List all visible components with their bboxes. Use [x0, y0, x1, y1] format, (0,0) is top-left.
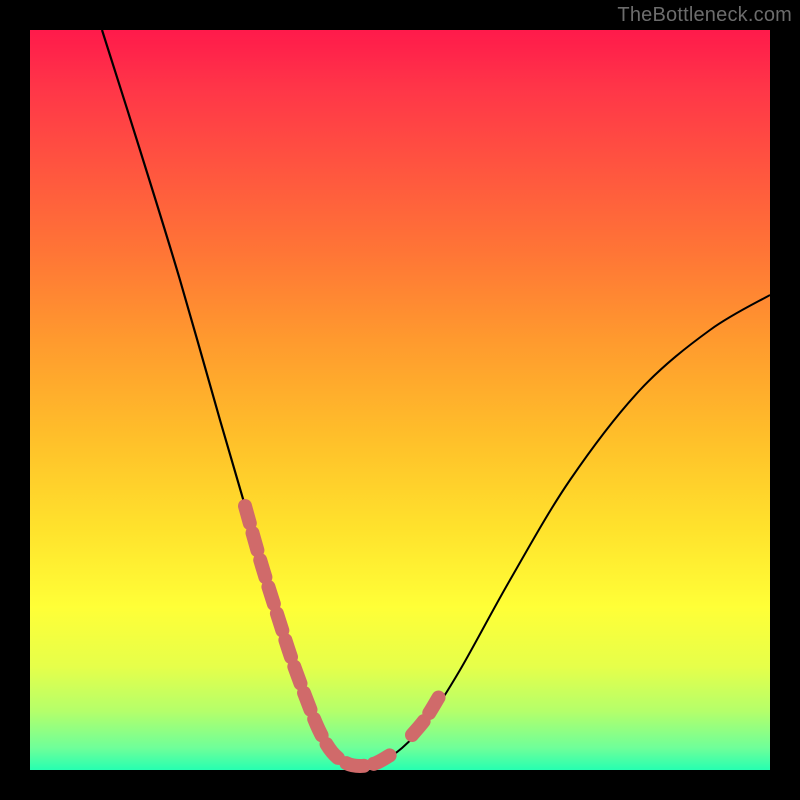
chart-svg	[30, 30, 770, 770]
marker-segment-1	[245, 506, 392, 766]
left-curve	[102, 30, 360, 766]
right-curve	[360, 295, 770, 766]
chart-stage: TheBottleneck.com	[0, 0, 800, 800]
marker-segment-2	[412, 695, 440, 735]
watermark-text: TheBottleneck.com	[617, 4, 792, 27]
